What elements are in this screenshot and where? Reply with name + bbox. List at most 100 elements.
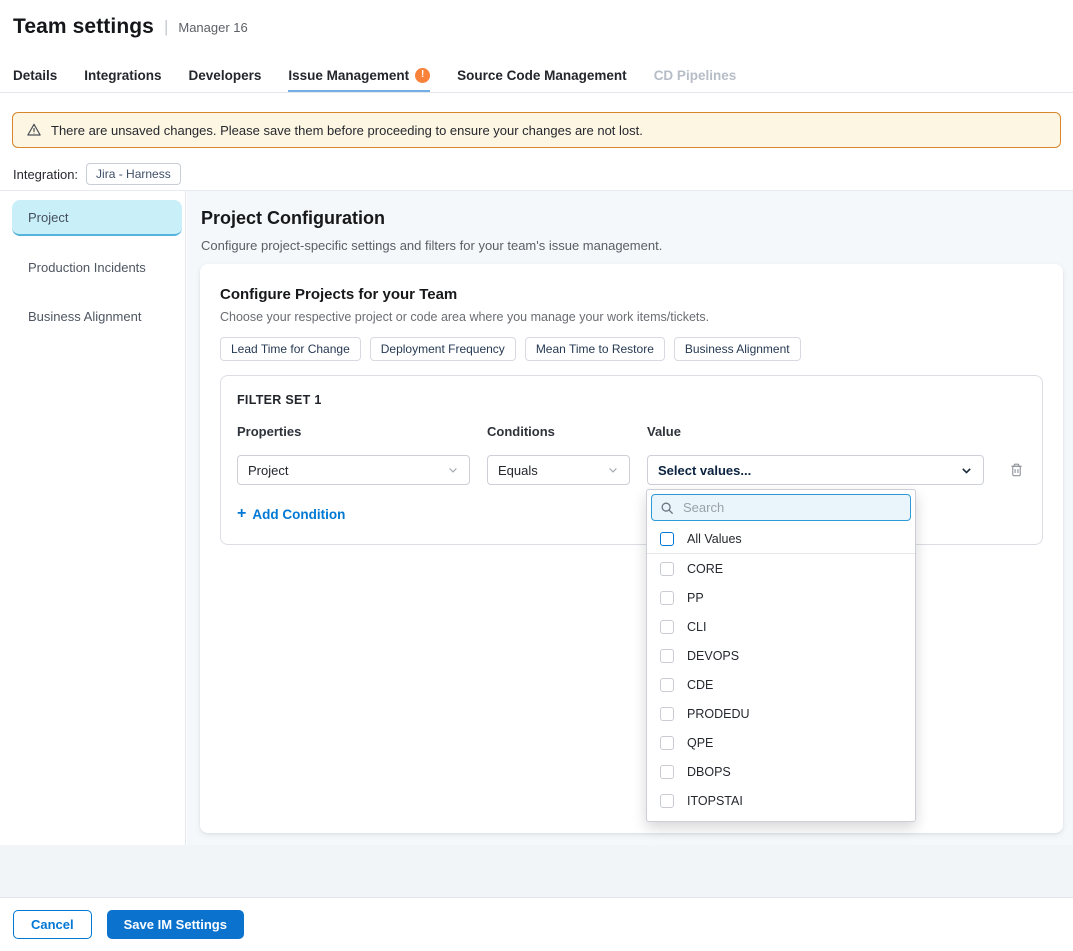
metric-chip-deployment-frequency: Deployment Frequency (370, 337, 516, 361)
value-select-placeholder: Select values... (658, 463, 751, 478)
dropdown-option-dbops[interactable]: DBOPS (647, 757, 915, 786)
integration-label: Integration: (13, 167, 78, 182)
settings-sidebar: Project Production Incidents Business Al… (0, 191, 186, 845)
dropdown-option-label: PRODEDU (687, 707, 750, 721)
dropdown-option-label: DEVOPS (687, 649, 739, 663)
checkbox[interactable] (660, 678, 674, 692)
tab-label: CD Pipelines (654, 68, 737, 83)
team-settings-page: Team settings | Manager 16 Details Integ… (0, 0, 1073, 951)
section-title: Project Configuration (201, 208, 385, 229)
bottom-background-strip (0, 845, 1073, 897)
checkbox[interactable] (660, 794, 674, 808)
warning-triangle-icon (26, 122, 42, 138)
dropdown-option-all-values[interactable]: All Values (647, 525, 915, 554)
dropdown-option-label: PP (687, 591, 704, 605)
dropdown-option-label: ITOPSTAI (687, 794, 743, 808)
search-icon (660, 501, 674, 515)
dropdown-option-label: DBOPS (687, 765, 731, 779)
dropdown-search[interactable] (651, 494, 911, 521)
integration-row: Integration: Jira - Harness (13, 163, 181, 185)
dropdown-option-qpe[interactable]: QPE (647, 728, 915, 757)
tab-cd-pipelines: CD Pipelines (654, 58, 737, 92)
tab-source-code-management[interactable]: Source Code Management (457, 58, 627, 92)
chevron-down-icon (607, 464, 619, 476)
main-content: Project Configuration Configure project-… (187, 191, 1073, 845)
chevron-down-icon (447, 464, 459, 476)
dropdown-option-itopstai[interactable]: ITOPSTAI (647, 786, 915, 815)
dropdown-option-prodedu[interactable]: PRODEDU (647, 699, 915, 728)
checkbox[interactable] (660, 736, 674, 750)
conditions-select[interactable]: Equals (487, 455, 630, 485)
title-divider: | (164, 17, 168, 37)
footer-action-bar: Cancel Save IM Settings (0, 897, 1073, 951)
checkbox[interactable] (660, 707, 674, 721)
tab-label: Source Code Management (457, 68, 627, 83)
dropdown-option-label: CLI (687, 620, 706, 634)
card-subtitle: Choose your respective project or code a… (220, 310, 1043, 324)
checkbox[interactable] (660, 765, 674, 779)
team-name-label: Manager 16 (178, 20, 247, 35)
filter-set-title: FILTER SET 1 (237, 393, 1026, 407)
tab-developers[interactable]: Developers (189, 58, 262, 92)
sidebar-item-business-alignment[interactable]: Business Alignment (12, 298, 182, 334)
properties-select[interactable]: Project (237, 455, 470, 485)
page-header: Team settings | Manager 16 (0, 0, 1073, 58)
checkbox-all-values[interactable] (660, 532, 674, 546)
dropdown-option-cde[interactable]: CDE (647, 670, 915, 699)
column-label-value: Value (647, 424, 984, 439)
tab-integrations[interactable]: Integrations (84, 58, 161, 92)
column-label-properties: Properties (237, 424, 470, 439)
plus-icon: + (237, 506, 246, 522)
tab-issue-management[interactable]: Issue Management ! (288, 58, 430, 92)
dropdown-option-label: CORE (687, 562, 723, 576)
filter-set-1: FILTER SET 1 Properties Conditions Value… (220, 375, 1043, 545)
search-input[interactable] (681, 499, 902, 516)
conditions-select-value: Equals (498, 463, 538, 478)
delete-condition-button[interactable] (1001, 462, 1031, 478)
properties-select-value: Project (248, 463, 288, 478)
chevron-down-icon (960, 464, 973, 477)
tab-bar: Details Integrations Developers Issue Ma… (0, 58, 1073, 93)
dropdown-option-pp[interactable]: PP (647, 583, 915, 612)
tab-label: Issue Management (288, 68, 409, 83)
dropdown-option-label: All Values (687, 532, 742, 546)
filter-column-labels: Properties Conditions Value (237, 424, 1026, 439)
tab-label: Developers (189, 68, 262, 83)
add-condition-label: Add Condition (252, 507, 345, 522)
dropdown-option-pipe[interactable]: PIPE (647, 815, 915, 822)
tab-label: Details (13, 68, 57, 83)
configure-projects-card: Configure Projects for your Team Choose … (200, 264, 1063, 833)
integration-chip[interactable]: Jira - Harness (86, 163, 181, 185)
dropdown-option-label: CDE (687, 678, 713, 692)
checkbox[interactable] (660, 620, 674, 634)
card-title: Configure Projects for your Team (220, 286, 1043, 303)
unsaved-alert-badge-icon: ! (415, 68, 430, 83)
page-title: Team settings (13, 15, 154, 39)
checkbox[interactable] (660, 562, 674, 576)
filter-condition-row: Project Equals Select values... (237, 455, 1026, 485)
metric-chip-mean-time-to-restore: Mean Time to Restore (525, 337, 665, 361)
cancel-button[interactable]: Cancel (13, 910, 92, 939)
checkbox[interactable] (660, 649, 674, 663)
checkbox[interactable] (660, 591, 674, 605)
section-description: Configure project-specific settings and … (201, 238, 662, 253)
add-condition-button[interactable]: + Add Condition (237, 506, 345, 522)
metric-chip-business-alignment: Business Alignment (674, 337, 801, 361)
save-im-settings-button[interactable]: Save IM Settings (107, 910, 244, 939)
tab-label: Integrations (84, 68, 161, 83)
sidebar-item-production-incidents[interactable]: Production Incidents (12, 249, 182, 285)
dropdown-option-devops[interactable]: DEVOPS (647, 641, 915, 670)
value-multiselect[interactable]: Select values... (647, 455, 984, 485)
metric-chips-row: Lead Time for Change Deployment Frequenc… (220, 337, 1043, 361)
metric-chip-lead-time: Lead Time for Change (220, 337, 361, 361)
dropdown-option-core[interactable]: CORE (647, 554, 915, 583)
trash-icon (1009, 462, 1024, 478)
dropdown-option-label: QPE (687, 736, 713, 750)
column-label-conditions: Conditions (487, 424, 630, 439)
value-dropdown-panel: All Values CORE PP CLI DEVOPS CDE (646, 489, 916, 822)
tab-details[interactable]: Details (13, 58, 57, 92)
sidebar-item-project[interactable]: Project (12, 200, 182, 236)
banner-text: There are unsaved changes. Please save t… (51, 123, 643, 138)
dropdown-option-cli[interactable]: CLI (647, 612, 915, 641)
unsaved-changes-banner: There are unsaved changes. Please save t… (12, 112, 1061, 148)
